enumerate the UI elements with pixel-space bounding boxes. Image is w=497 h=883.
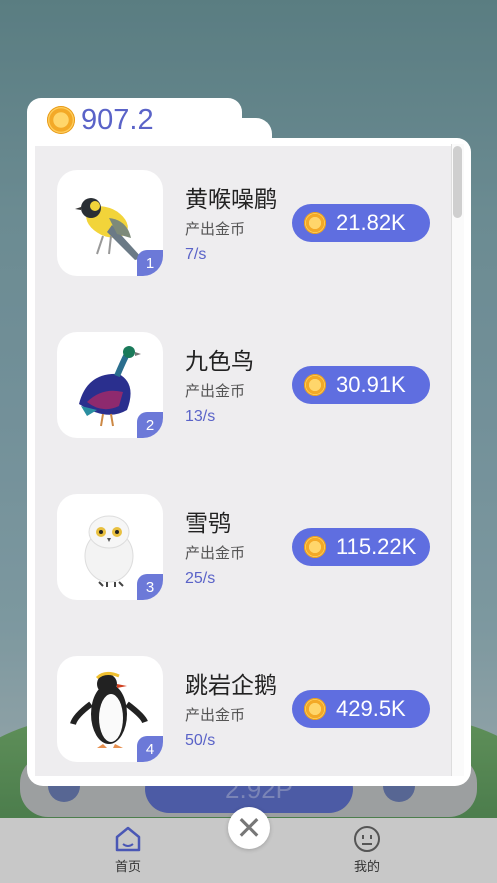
- shop-panel: 907.2 1 黄喉噪鹛 产出金币 7/s 21.82K 2 九色鸟 产出金币 …: [27, 98, 471, 786]
- bird-output-rate: 13/s: [185, 408, 216, 425]
- bird-thumb: 1: [57, 170, 163, 276]
- list-item: 2 九色鸟 产出金币 13/s 30.91K: [35, 308, 457, 470]
- buy-price: 429.5K: [336, 696, 406, 721]
- buy-price: 30.91K: [336, 372, 406, 397]
- coin-icon: [304, 536, 326, 558]
- buy-button[interactable]: 21.82K: [292, 204, 430, 242]
- home-icon: [115, 826, 141, 852]
- scrollbar-thumb[interactable]: [453, 146, 462, 218]
- bird-output-rate: 25/s: [185, 570, 216, 587]
- bird-output-label: 产出金币: [185, 707, 246, 724]
- buy-button[interactable]: 30.91K: [292, 366, 430, 404]
- bird-thumb: 2: [57, 332, 163, 438]
- coin-icon: [304, 698, 326, 720]
- close-icon: ✕: [235, 810, 263, 846]
- buy-price: 115.22K: [336, 534, 417, 559]
- coin-balance-value: 907.2: [81, 103, 154, 136]
- bird-output-label: 产出金币: [185, 545, 246, 562]
- bird-output-label: 产出金币: [185, 383, 246, 400]
- level-badge: 4: [137, 736, 163, 762]
- bird-name: 九色鸟: [185, 348, 254, 374]
- bird-output-rate: 50/s: [185, 732, 216, 749]
- level-badge: 2: [137, 412, 163, 438]
- bird-name: 黄喉噪鹛: [185, 186, 277, 212]
- buy-button[interactable]: 429.5K: [292, 690, 430, 728]
- buy-price: 21.82K: [336, 210, 406, 235]
- buy-button[interactable]: 115.22K: [292, 528, 430, 566]
- bird-output-rate: 7/s: [185, 246, 207, 263]
- bird-thumb: 4: [57, 656, 163, 762]
- bird-list[interactable]: 1 黄喉噪鹛 产出金币 7/s 21.82K 2 九色鸟 产出金币 13/s 3…: [35, 146, 457, 776]
- nav-home-label: 首页: [114, 859, 141, 874]
- bird-name: 雪鸮: [185, 510, 231, 536]
- face-icon: [354, 826, 380, 852]
- list-item: 4 跳岩企鹅 产出金币 50/s 429.5K: [35, 632, 457, 776]
- nav-home[interactable]: 首页: [88, 824, 168, 875]
- scrollbar[interactable]: [451, 144, 464, 776]
- nav-mine-label: 我的: [353, 859, 380, 874]
- close-button[interactable]: ✕: [228, 807, 270, 849]
- nav-mine[interactable]: 我的: [327, 824, 407, 875]
- bird-output-label: 产出金币: [185, 221, 246, 238]
- list-item: 1 黄喉噪鹛 产出金币 7/s 21.82K: [35, 146, 457, 308]
- bird-thumb: 3: [57, 494, 163, 600]
- level-badge: 1: [137, 250, 163, 276]
- coin-icon: [47, 106, 75, 134]
- coin-balance: 907.2: [47, 104, 154, 136]
- coin-icon: [304, 374, 326, 396]
- coin-icon: [304, 212, 326, 234]
- list-item: 3 雪鸮 产出金币 25/s 115.22K: [35, 470, 457, 632]
- level-badge: 3: [137, 574, 163, 600]
- bird-name: 跳岩企鹅: [185, 672, 277, 698]
